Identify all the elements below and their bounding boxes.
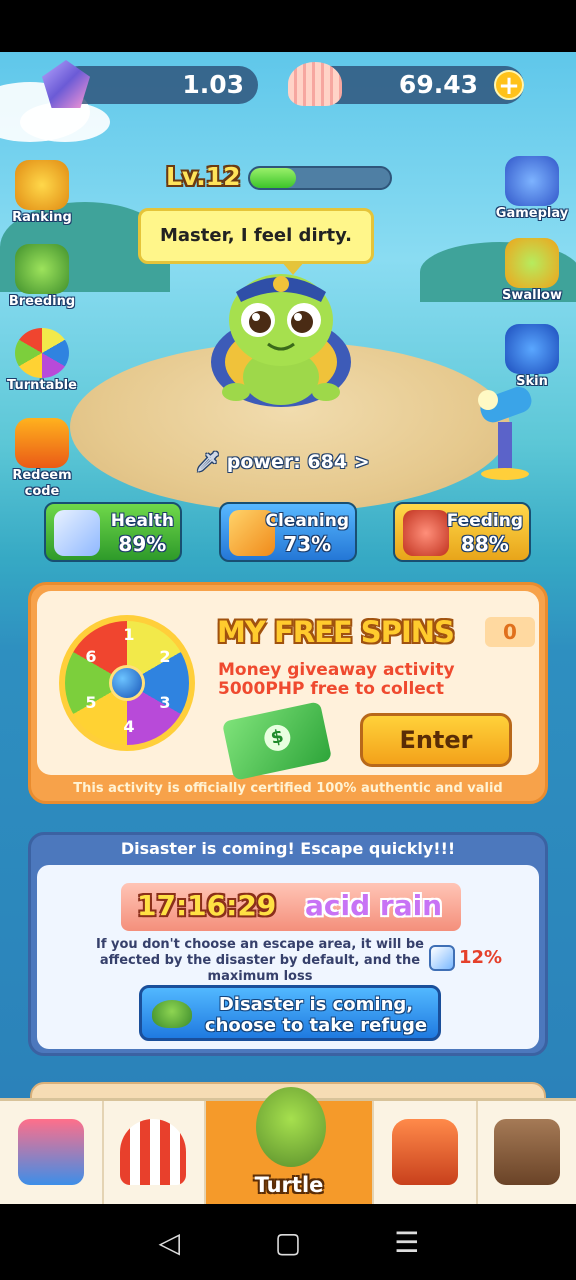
wheel-number: 3 [159, 693, 171, 712]
bottom-tab-bar: Turtle [0, 1087, 576, 1204]
turtle-speech-bubble: Master, I feel dirty. [138, 208, 374, 275]
cleaning-stat[interactable]: Cleaning 73% [219, 502, 357, 562]
turntable-button[interactable]: Turntable [2, 328, 82, 394]
free-spins-title: MY FREE SPINS [217, 615, 455, 649]
tab-turtle-label: Turtle [254, 1173, 324, 1197]
tab-shop[interactable] [0, 1101, 104, 1204]
wheel-number: 1 [123, 625, 135, 644]
health-value: 89% [118, 532, 167, 556]
health-stat[interactable]: Health 89% [44, 502, 182, 562]
tab-backpack[interactable] [374, 1101, 478, 1204]
wheel-number: 2 [159, 647, 171, 666]
disaster-loss-percent: 12% [459, 947, 503, 968]
swallow-button[interactable]: Swallow [492, 238, 572, 304]
baby-turtle-icon [15, 244, 69, 294]
disaster-description: If you don't choose an escape area, it w… [95, 937, 424, 984]
disaster-panel: Disaster is coming! Escape quickly!!! 17… [28, 832, 548, 1056]
trophy-icon [15, 160, 69, 210]
enter-button[interactable]: Enter [360, 713, 512, 767]
gem-balance: 1.03 [60, 66, 258, 104]
first-aid-icon [429, 945, 455, 971]
cloud-decoration [20, 102, 110, 142]
game-screen: 1.03 69.43 + Lv.12 Ranking Breeding Turn… [0, 52, 576, 1204]
cleaning-value: 73% [283, 532, 332, 556]
free-spins-subtitle: Money giveaway activity 5000PHP free to … [218, 661, 455, 699]
skin-button[interactable]: Skin [492, 324, 572, 390]
disaster-timer: 17:16:29 [137, 889, 277, 922]
disaster-name: acid rain [305, 889, 443, 922]
status-bar [0, 0, 576, 52]
menu-nav-icon[interactable]: ☰ [387, 1226, 427, 1259]
take-refuge-button[interactable]: Disaster is coming, choose to take refug… [139, 985, 441, 1041]
cash-icon: $ [221, 701, 333, 781]
feeding-stat[interactable]: Feeding 88% [393, 502, 531, 562]
feeding-value: 88% [460, 532, 509, 556]
meat-icon [403, 510, 449, 556]
wheel-number: 4 [123, 717, 135, 736]
circus-tent-icon [120, 1119, 186, 1185]
shell-icon [288, 62, 342, 106]
wheel-number: 6 [85, 647, 97, 666]
tab-circus[interactable] [104, 1101, 206, 1204]
free-spins-line2: 5000PHP free to collect [218, 679, 445, 699]
wheel-hub [109, 665, 145, 701]
breeding-label: Breeding [8, 294, 76, 309]
telescope-decoration [478, 386, 532, 480]
home-nav-icon[interactable]: ▢ [268, 1226, 308, 1259]
tab-contacts[interactable] [478, 1101, 576, 1204]
disaster-header: Disaster is coming! Escape quickly!!! [120, 839, 456, 858]
redeem-code-label: Redeem code [12, 468, 72, 499]
free-spins-count: 0 [485, 617, 535, 647]
spin-wheel[interactable]: 1 2 3 4 5 6 [59, 615, 195, 751]
level-progress-bar [248, 166, 392, 190]
redeem-code-button[interactable]: Redeem code [2, 418, 82, 500]
back-nav-icon[interactable]: ◁ [149, 1226, 189, 1259]
add-shells-button[interactable]: + [494, 70, 524, 100]
contacts-book-icon [494, 1119, 560, 1185]
level-label: Lv.12 [166, 162, 241, 191]
ranking-button[interactable]: Ranking [2, 160, 82, 226]
free-spins-line1: Money giveaway activity [218, 660, 455, 680]
cleaning-label: Cleaning [265, 511, 349, 531]
wheel-number: 5 [85, 693, 97, 712]
shirt-icon [505, 324, 559, 374]
swallow-icon [505, 238, 559, 288]
turtle-character[interactable] [196, 262, 366, 412]
backpack-icon [392, 1119, 458, 1185]
free-spins-panel: 1 2 3 4 5 6 MY FREE SPINS 0 Money giveaw… [28, 582, 548, 804]
ranking-label: Ranking [12, 210, 72, 225]
tab-turtle[interactable]: Turtle [206, 1087, 374, 1204]
certified-note: This activity is officially certified 10… [73, 781, 503, 796]
turntable-label: Turntable [7, 378, 77, 393]
wheel-icon [15, 328, 69, 378]
health-label: Health [110, 511, 174, 531]
breeding-button[interactable]: Breeding [2, 244, 82, 310]
feeding-label: Feeding [446, 511, 523, 531]
level-progress-fill [250, 168, 297, 188]
free-spins-content: 1 2 3 4 5 6 MY FREE SPINS 0 Money giveaw… [37, 591, 539, 781]
swallow-label: Swallow [502, 288, 562, 303]
refuge-line1: Disaster is coming, [218, 994, 414, 1015]
power-label: power: 684 > [226, 451, 370, 473]
gameplay-button[interactable]: Gameplay [492, 156, 572, 222]
android-nav-bar: ◁ ▢ ☰ [0, 1204, 576, 1280]
refuge-line2: choose to take refuge [204, 1015, 428, 1036]
sword-icon: 🗡 [196, 451, 221, 473]
shop-icon [18, 1119, 84, 1185]
turtle-icon [256, 1087, 326, 1167]
disaster-content: 17:16:29 acid rain If you don't choose a… [37, 865, 539, 1049]
code-icon [15, 418, 69, 468]
gameplay-label: Gameplay [495, 206, 569, 221]
disaster-timer-box: 17:16:29 acid rain [121, 883, 461, 931]
turtle-shell-icon [152, 1000, 192, 1028]
power-link[interactable]: 🗡 power: 684 > [196, 450, 370, 473]
gamepad-icon [505, 156, 559, 206]
first-aid-icon [54, 510, 100, 556]
